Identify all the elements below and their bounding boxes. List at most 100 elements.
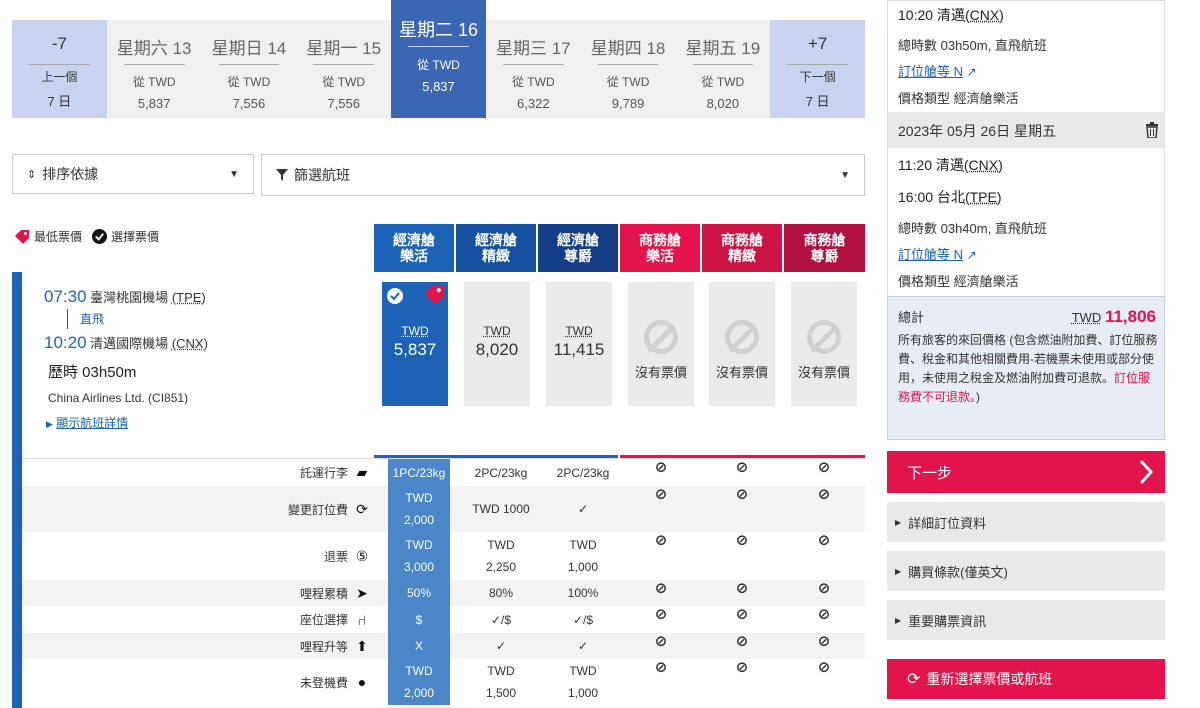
sort-label: 排序依據 bbox=[42, 166, 99, 182]
date-cell-day: +7 bbox=[807, 34, 828, 53]
date-cell-day: 星期四 18 bbox=[590, 39, 666, 58]
date-strip: -7 上一個 7 日 星期六 13 從 TWD 5,837 星期日 14 從 T… bbox=[12, 0, 866, 118]
check-circle-icon bbox=[92, 229, 108, 244]
seg1-arrival-code: (CNX) bbox=[964, 7, 1004, 23]
not-available-icon: ⊘ bbox=[817, 486, 831, 503]
filter-dropdown[interactable]: 篩選航班 ▼ bbox=[261, 154, 865, 196]
flight-details-label: 顯示航班詳情 bbox=[56, 416, 129, 430]
filter-icon bbox=[276, 169, 288, 181]
rule-value-text: 80% bbox=[488, 586, 514, 600]
rule-value-text: TWD bbox=[405, 538, 433, 552]
rule-value-economy-standard: TWD 1000 bbox=[470, 486, 532, 532]
rule-label-text: 變更訂位費 bbox=[287, 502, 348, 517]
date-cell-price: 5,837 bbox=[137, 96, 171, 111]
reselect-button[interactable]: ⟳ 重新選擇票價或航班 bbox=[887, 659, 1165, 699]
accordion-important-info[interactable]: ▶ 重要購票資訊 bbox=[887, 600, 1165, 640]
rule-value-text: TWD bbox=[569, 664, 597, 678]
date-cell-17[interactable]: 星期三 17 從 TWD 6,322 bbox=[485, 20, 581, 118]
fare-currency: TWD bbox=[565, 324, 593, 338]
rule-label: 未登機費 ● bbox=[30, 659, 370, 705]
rule-value-text: 3,000 bbox=[403, 560, 435, 574]
date-cell-13[interactable]: 星期六 13 從 TWD 5,837 bbox=[106, 20, 202, 118]
rule-value-economy-flex: TWD 1,000 bbox=[552, 532, 614, 580]
fare-option-economy-flex[interactable]: TWD 11,415 bbox=[546, 282, 612, 406]
not-available-icon: ⊘ bbox=[654, 580, 668, 597]
not-available-icon: ⊘ bbox=[735, 459, 749, 476]
check-circle-icon bbox=[387, 288, 403, 304]
date-cell-price: 6,322 bbox=[517, 96, 550, 111]
rule-label: 哩程累積 ➤ bbox=[30, 580, 370, 606]
flight-departure: 07:30 臺灣桃園機場 (TPE) bbox=[44, 287, 206, 307]
next-button-label: 下一步 bbox=[907, 464, 953, 482]
date-cell-from: 從 TWD bbox=[701, 75, 745, 89]
seg2-fare-type: 價格類型 經濟艙樂活 bbox=[898, 274, 1019, 289]
not-available-icon: ⊘ bbox=[654, 486, 668, 503]
unavailable-icon bbox=[807, 320, 841, 354]
date-cell-19[interactable]: 星期五 19 從 TWD 8,020 bbox=[675, 20, 771, 118]
total-note: 所有旅客的來回價格 (包含燃油附加費、訂位服務費、稅金和其他相關費用-若機票未使… bbox=[898, 331, 1160, 407]
rule-value-text: 100% bbox=[567, 586, 599, 600]
fare-option-economy-basic[interactable]: TWD 5,837 bbox=[382, 282, 448, 406]
trash-icon[interactable] bbox=[1145, 122, 1159, 138]
rule-value-text: ✓ bbox=[577, 639, 589, 653]
rule-value-economy-standard: ✓/$ bbox=[470, 606, 532, 633]
rule-label: 託運行李 ▰ bbox=[30, 459, 370, 486]
rule-value-economy-basic: TWD 3,000 bbox=[388, 532, 450, 580]
not-available-icon: ⊘ bbox=[735, 633, 749, 650]
date-cell-18[interactable]: 星期四 18 從 TWD 9,789 bbox=[580, 20, 676, 118]
legend-selected: 選擇票價 bbox=[111, 230, 160, 244]
airline-name: China Airlines Ltd. (CI851) bbox=[48, 391, 189, 405]
caret-right-icon: ▶ bbox=[46, 419, 53, 429]
date-cell-price: 7,556 bbox=[327, 96, 360, 111]
rule-label: 座位選擇 ⑁ bbox=[30, 606, 370, 633]
prev-week-button[interactable]: -7 上一個 7 日 bbox=[12, 20, 107, 118]
rule-value-economy-standard: ✓ bbox=[470, 633, 532, 659]
not-available-icon: ⊘ bbox=[654, 606, 668, 623]
seg2-class-link[interactable]: 訂位艙等 N ↗ bbox=[898, 244, 977, 263]
accordion-purchase-terms[interactable]: ▶ 購買條款(僅英文) bbox=[887, 551, 1165, 591]
date-cell-16-selected[interactable]: 星期二 16 從 TWD 5,837 bbox=[391, 0, 486, 118]
departure-code: (TPE) bbox=[171, 290, 206, 305]
date-cell-14[interactable]: 星期日 14 從 TWD 7,556 bbox=[201, 20, 297, 118]
not-available-icon: ⊘ bbox=[654, 459, 668, 476]
fare-option-economy-standard[interactable]: TWD 8,020 bbox=[464, 282, 530, 406]
not-available-icon: ⊘ bbox=[735, 486, 749, 503]
date-cell-price: 9,789 bbox=[611, 96, 645, 111]
seg2-arrival-code: (TPE) bbox=[964, 189, 1002, 205]
rule-value-text: ✓/$ bbox=[490, 612, 512, 627]
date-cell-from: 從 TWD bbox=[606, 75, 650, 89]
flight-duration: 歷時 03h50m bbox=[48, 364, 137, 381]
sort-dropdown[interactable]: ⇕ 排序依據 ▼ bbox=[12, 154, 254, 194]
flight-details-link[interactable]: ▶ 顯示航班詳情 bbox=[46, 414, 128, 431]
upgrade-icon: ⬆ bbox=[356, 637, 368, 654]
date-cell-day: 星期六 13 bbox=[116, 39, 192, 58]
refresh-icon: ⟳ bbox=[356, 500, 368, 517]
date-cell-price: 5,837 bbox=[422, 79, 455, 94]
divider bbox=[597, 64, 659, 65]
date-cell-line1: 上一個 bbox=[41, 70, 78, 84]
seg2-departure-code: (CNX) bbox=[963, 157, 1003, 173]
date-cell-day: 星期三 17 bbox=[495, 39, 571, 58]
accordion-booking-details[interactable]: ▶ 詳細訂位資料 bbox=[887, 502, 1165, 542]
rule-value-text: TWD 1000 bbox=[472, 502, 530, 516]
not-available-icon: ⊘ bbox=[654, 659, 668, 676]
rule-label-text: 座位選擇 bbox=[299, 613, 348, 627]
next-button[interactable]: 下一步 bbox=[887, 451, 1165, 493]
date-cell-15[interactable]: 星期一 15 從 TWD 7,556 bbox=[296, 20, 392, 118]
chevron-down-icon: ▼ bbox=[229, 168, 239, 180]
chevron-right-icon bbox=[1139, 459, 1153, 485]
seg1-class-link[interactable]: 訂位艙等 N ↗ bbox=[898, 61, 977, 80]
chevron-down-icon: ▼ bbox=[840, 169, 850, 181]
accordion-label: 詳細訂位資料 bbox=[908, 515, 987, 531]
external-link-icon: ↗ bbox=[966, 248, 977, 262]
next-week-button[interactable]: +7 下一個 7 日 bbox=[770, 20, 866, 118]
date-cell-day: 星期五 19 bbox=[685, 39, 761, 58]
seg2-total: 總時數 03h40m, 直飛航班 bbox=[898, 221, 1047, 236]
rule-value-text: 1PC/23kg bbox=[392, 465, 446, 480]
rule-label-text: 退票 bbox=[323, 549, 348, 564]
seg2-class-label: 訂位艙等 N bbox=[898, 247, 964, 262]
divider bbox=[218, 64, 280, 65]
rule-value-text: TWD bbox=[487, 538, 515, 552]
date-cell-line2: 7 日 bbox=[47, 94, 72, 109]
rule-value-text: ✓/$ bbox=[572, 612, 594, 627]
